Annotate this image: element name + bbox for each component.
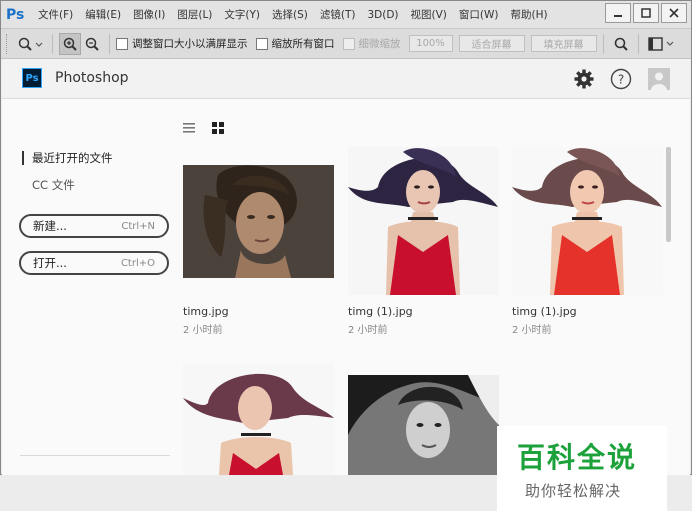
fit-screen-button[interactable]: 适合屏幕 xyxy=(458,35,525,52)
menu-select[interactable]: 选择(S) xyxy=(266,7,314,22)
zoom-in-icon xyxy=(63,37,77,51)
new-file-shortcut: Ctrl+N xyxy=(121,220,155,232)
menu-file[interactable]: 文件(F) xyxy=(28,7,79,22)
watermark: 百科全说 助你轻松解决 xyxy=(497,426,667,511)
sidebar-divider xyxy=(20,455,170,456)
new-file-label: 新建... xyxy=(33,219,67,233)
menu-filter[interactable]: 滤镜(T) xyxy=(314,7,362,22)
close-icon xyxy=(669,8,679,18)
ps-app-icon: Ps xyxy=(22,68,42,88)
search-button[interactable] xyxy=(610,33,632,55)
menu-window[interactable]: 窗口(W) xyxy=(453,7,505,22)
grid-view-icon[interactable] xyxy=(211,121,225,135)
options-bar: 调整窗口大小以满屏显示 缩放所有窗口 细微缩放 100% 适合屏幕 填充屏幕 xyxy=(1,28,691,59)
maximize-icon xyxy=(641,8,651,18)
app-title: Photoshop xyxy=(55,70,129,86)
workspace-header: Ps Photoshop ? xyxy=(2,59,690,99)
sidebar-item-cc-files[interactable]: CC 文件 xyxy=(32,177,75,193)
toolbar-grip[interactable] xyxy=(6,33,10,54)
recent-file-thumbnail[interactable] xyxy=(348,375,499,475)
menu-help[interactable]: 帮助(H) xyxy=(505,7,554,22)
zoom-out-icon xyxy=(85,37,99,51)
resize-windows-label: 调整窗口大小以满屏显示 xyxy=(132,38,248,50)
menu-layer[interactable]: 图层(L) xyxy=(171,7,218,22)
zoom-in-button[interactable] xyxy=(59,32,81,55)
file-name[interactable]: timg.jpg xyxy=(183,305,229,318)
help-icon: ? xyxy=(610,68,632,90)
portrait-image xyxy=(348,147,499,295)
portrait-image xyxy=(183,363,334,475)
new-file-button[interactable]: 新建... Ctrl+N xyxy=(19,214,169,238)
menu-view[interactable]: 视图(V) xyxy=(405,7,453,22)
separator xyxy=(637,33,639,54)
file-time: 2 小时前 xyxy=(348,325,388,336)
separator xyxy=(109,33,110,54)
close-button[interactable] xyxy=(661,3,687,23)
recent-file-thumbnail[interactable] xyxy=(183,363,334,475)
workspace-content: 最近打开的文件 CC 文件 新建... Ctrl+N 打开... Ctrl+O xyxy=(2,99,690,475)
file-time: 2 小时前 xyxy=(183,325,223,336)
avatar-icon xyxy=(648,68,670,90)
separator xyxy=(52,33,53,54)
maximize-button[interactable] xyxy=(633,3,659,23)
watermark-subtitle: 助你轻松解决 xyxy=(525,482,622,500)
file-name[interactable]: timg (1).jpg xyxy=(348,305,413,318)
sidebar-item-recent-files[interactable]: 最近打开的文件 xyxy=(22,151,113,165)
recent-file-thumbnail[interactable] xyxy=(348,147,499,295)
user-avatar-button[interactable] xyxy=(648,68,670,90)
minimize-button[interactable] xyxy=(605,3,631,23)
file-time: 2 小时前 xyxy=(512,325,552,336)
checkbox-box[interactable] xyxy=(255,37,268,50)
scrubby-zoom-checkbox[interactable]: 细微缩放 xyxy=(342,36,401,51)
zoom-all-windows-checkbox[interactable]: 缩放所有窗口 xyxy=(255,36,335,51)
list-view-icon[interactable] xyxy=(182,121,196,135)
menu-bar: Ps 文件(F) 编辑(E) 图像(I) 图层(L) 文字(Y) 选择(S) 滤… xyxy=(1,1,691,28)
file-name[interactable]: timg (1).jpg xyxy=(512,305,577,318)
zoom-out-button[interactable] xyxy=(81,33,103,55)
open-file-shortcut: Ctrl+O xyxy=(120,257,155,269)
watermark-title: 百科全说 xyxy=(517,441,638,474)
menu-image[interactable]: 图像(I) xyxy=(127,7,171,22)
tool-preset-picker[interactable] xyxy=(16,33,46,55)
portrait-image xyxy=(183,165,334,278)
recent-file-thumbnail[interactable] xyxy=(512,147,663,295)
photoshop-window: Ps 文件(F) 编辑(E) 图像(I) 图层(L) 文字(Y) 选择(S) 滤… xyxy=(0,0,692,511)
start-workspace: Ps Photoshop ? 最近打开的文件 CC 文件 新建... Ctrl+… xyxy=(2,59,690,511)
menu-3d[interactable]: 3D(D) xyxy=(361,9,404,21)
recent-file-thumbnail[interactable] xyxy=(183,165,334,278)
workspace-icon xyxy=(647,36,673,51)
gear-icon xyxy=(574,69,594,89)
fill-screen-button[interactable]: 填充屏幕 xyxy=(530,35,597,52)
scrubby-zoom-label: 细微缩放 xyxy=(358,38,401,50)
zoom-tool-icon xyxy=(18,37,43,51)
checkbox-box[interactable] xyxy=(342,37,355,50)
portrait-image xyxy=(348,375,499,475)
svg-text:?: ? xyxy=(618,73,624,87)
help-button[interactable]: ? xyxy=(610,68,632,90)
separator xyxy=(602,33,604,54)
app-logo: Ps xyxy=(6,6,25,23)
zoom-100-button[interactable]: 100% xyxy=(408,35,453,52)
search-icon xyxy=(614,37,628,51)
workspace-switcher[interactable] xyxy=(645,33,679,55)
open-file-label: 打开... xyxy=(33,256,67,270)
menu-edit[interactable]: 编辑(E) xyxy=(79,7,127,22)
checkbox-box[interactable] xyxy=(116,37,128,50)
window-controls xyxy=(605,3,687,23)
open-file-button[interactable]: 打开... Ctrl+O xyxy=(19,251,169,275)
zoom-all-windows-label: 缩放所有窗口 xyxy=(271,38,335,50)
portrait-image xyxy=(512,147,663,295)
resize-windows-checkbox[interactable]: 调整窗口大小以满屏显示 xyxy=(116,36,248,51)
minimize-icon xyxy=(614,15,622,17)
settings-button[interactable] xyxy=(573,68,595,90)
scrollbar-thumb[interactable] xyxy=(666,147,671,242)
menu-type[interactable]: 文字(Y) xyxy=(218,7,266,22)
